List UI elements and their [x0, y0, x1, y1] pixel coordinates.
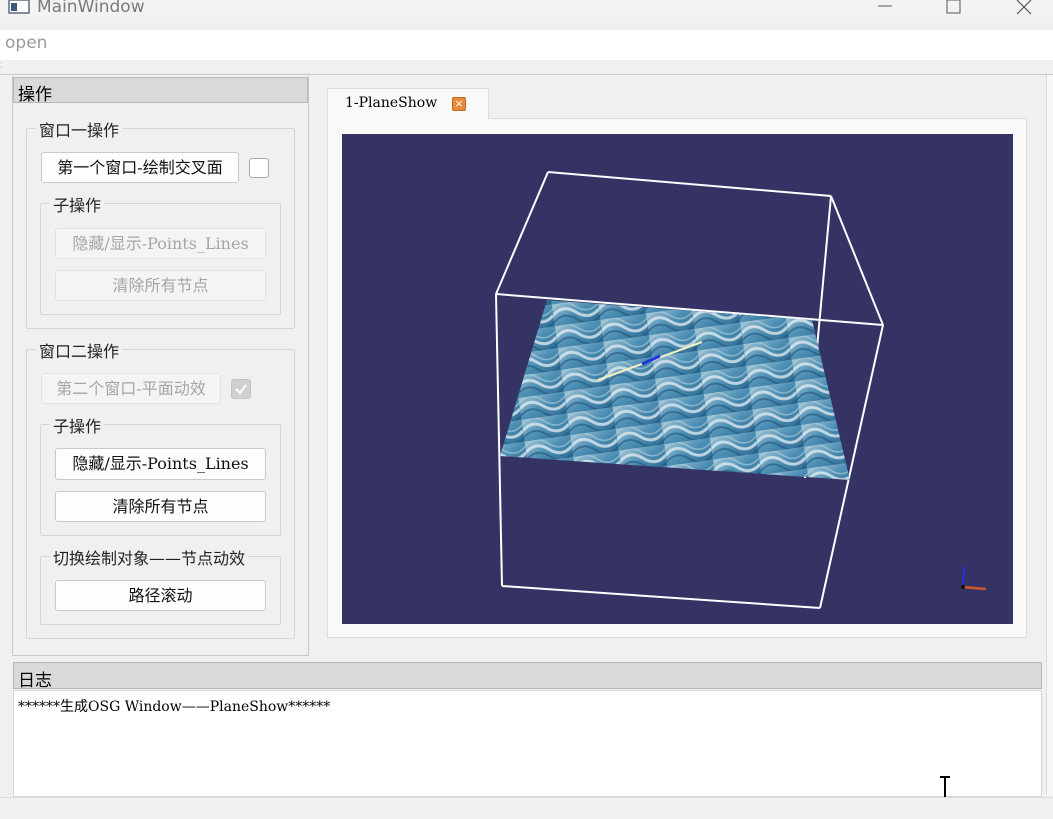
window1-draw-intersection-button[interactable]: 第一个窗口-绘制交叉面 [41, 152, 239, 183]
window2-plane-animation-button[interactable]: 第二个窗口-平面动效 [41, 373, 221, 404]
menu-item-open[interactable]: open [5, 33, 47, 53]
log-line: ******生成OSG Window——PlaneShow****** [18, 699, 331, 715]
operations-dock-header[interactable] [13, 77, 308, 103]
window1-sub-group-title: 子操作 [50, 192, 105, 216]
tab-close-button[interactable]: × [452, 97, 466, 111]
window2-group-title: 窗口二操作 [36, 338, 123, 362]
dock-splitter[interactable] [1046, 75, 1053, 795]
window2-checkbox[interactable] [231, 379, 251, 399]
log-dock-title: 日志 [18, 671, 52, 691]
window-title: MainWindow [37, 0, 145, 17]
app-window-icon [8, 0, 30, 14]
window2-toggle-points-lines-button[interactable]: 隐藏/显示-Points_Lines [55, 448, 266, 480]
log-dock-header[interactable] [13, 662, 1042, 689]
window1-checkbox[interactable] [249, 158, 269, 178]
axes-gizmo-icon [961, 566, 987, 591]
status-bar [0, 797, 1053, 819]
path-scroll-button[interactable]: 路径滚动 [55, 580, 266, 611]
maximize-button[interactable] [933, 0, 973, 16]
tab-close-icon: × [454, 97, 464, 110]
scene-render [495, 171, 987, 609]
menu-separator [0, 74, 1053, 75]
toolbar-grip[interactable]: · · [0, 60, 6, 72]
menu-bar [0, 30, 1053, 60]
maximize-icon [946, 0, 961, 14]
window1-clear-nodes-button[interactable]: 清除所有节点 [55, 270, 266, 301]
window2-sub-group-title: 子操作 [50, 413, 105, 437]
operations-dock-title: 操作 [18, 85, 52, 105]
checkmark-icon [235, 384, 247, 395]
switch-object-group-title: 切换绘制对象——节点动效 [50, 545, 249, 569]
water-plane [500, 300, 850, 480]
window1-toggle-points-lines-button[interactable]: 隐藏/显示-Points_Lines [55, 228, 266, 259]
tab-planeshow-label: 1-PlaneShow [345, 95, 438, 111]
osg-viewport[interactable] [342, 134, 1013, 624]
minimize-icon [878, 5, 892, 7]
close-button[interactable] [1004, 0, 1044, 16]
window1-group-title: 窗口一操作 [36, 117, 123, 141]
minimize-button[interactable] [865, 0, 905, 16]
window2-clear-nodes-button[interactable]: 清除所有节点 [55, 491, 266, 522]
close-icon [1016, 0, 1032, 15]
